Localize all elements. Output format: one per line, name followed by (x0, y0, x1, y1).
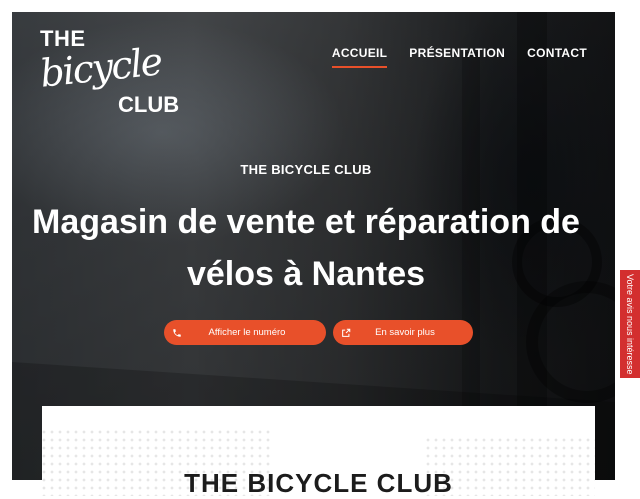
show-phone-button[interactable]: Afficher le numéro (164, 320, 326, 345)
hero-headline: Magasin de vente et réparation de vélos … (0, 196, 612, 300)
main-nav: ACCUEIL PRÉSENTATION CONTACT (331, 46, 587, 68)
learn-more-label: En savoir plus (375, 327, 435, 338)
hero-headline-line-1: Magasin de vente et réparation de (32, 203, 580, 241)
feedback-tab[interactable]: Votre avis nous intéresse (620, 270, 640, 378)
logo-club: CLUB (118, 92, 180, 117)
nav-item-contact[interactable]: CONTACT (527, 46, 587, 68)
feedback-label: Votre avis nous intéresse (625, 273, 635, 375)
brand-logo[interactable]: THE bicycle CLUB (38, 24, 183, 119)
phone-icon (164, 328, 190, 338)
card-title: THE BICYCLE CLUB (184, 468, 453, 498)
learn-more-button[interactable]: En savoir plus (333, 320, 473, 345)
external-link-icon (333, 328, 359, 338)
intro-card: THE BICYCLE CLUB (42, 406, 595, 498)
nav-item-presentation[interactable]: PRÉSENTATION (409, 46, 505, 68)
show-phone-label: Afficher le numéro (208, 327, 286, 338)
hero-eyebrow: THE BICYCLE CLUB (240, 162, 372, 177)
nav-item-accueil[interactable]: ACCUEIL (331, 46, 388, 68)
hero-headline-line-2: vélos à Nantes (186, 255, 426, 293)
